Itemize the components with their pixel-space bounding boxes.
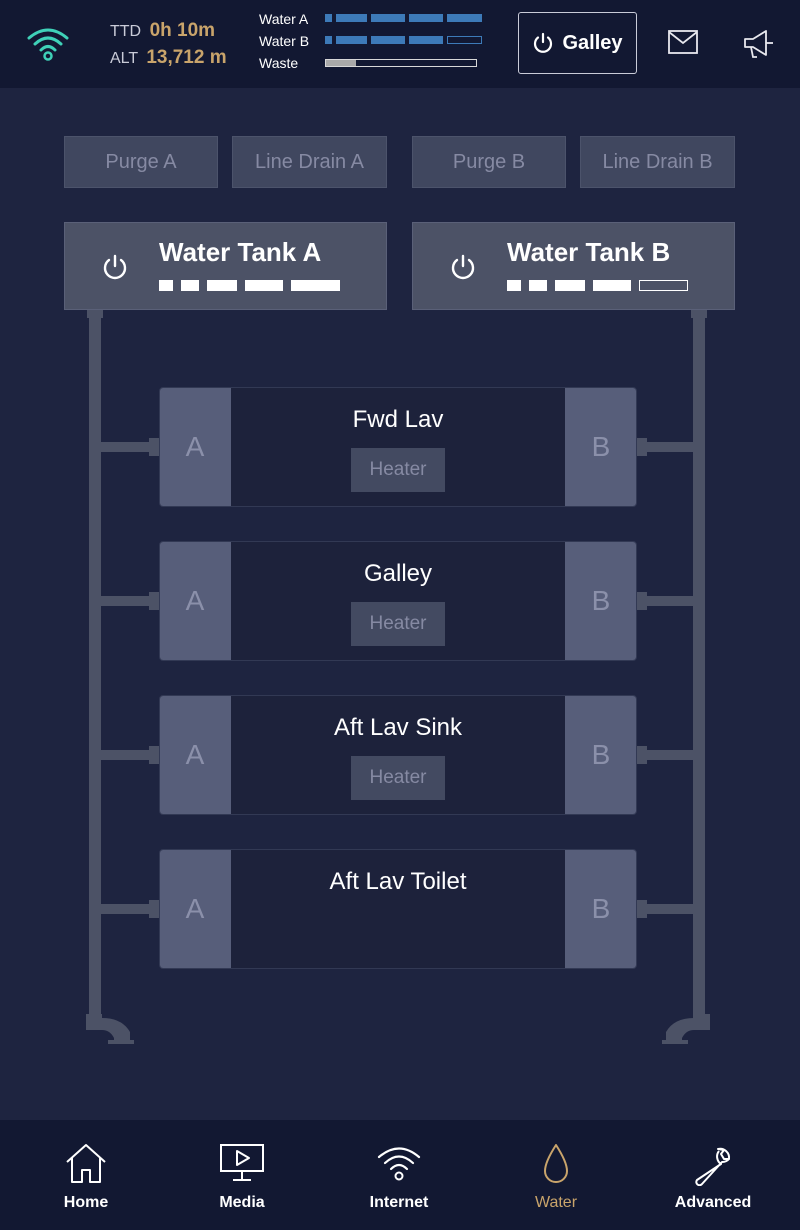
ttd-value: 0h 10m <box>149 20 216 41</box>
pipe-joint <box>637 592 647 610</box>
heater-button[interactable]: Heater <box>351 602 445 646</box>
power-icon[interactable] <box>101 253 129 281</box>
level-segment <box>336 36 367 44</box>
level-segment <box>336 14 367 22</box>
level-segment <box>409 14 443 22</box>
power-icon <box>534 32 553 53</box>
tank-b-title: Water Tank B <box>507 237 671 267</box>
nav-water-label: Water <box>534 1194 578 1211</box>
outlet-side-b-button[interactable]: B <box>565 850 636 968</box>
tank-level-segment <box>245 280 283 291</box>
nav-advanced[interactable]: Advanced <box>653 1120 773 1230</box>
tank-level-segment <box>181 280 199 291</box>
tank-level-segment <box>593 280 631 291</box>
level-segment <box>371 14 405 22</box>
supply-line-b <box>693 312 705 1020</box>
ttd-readout: TTD 0h 10m <box>110 20 215 42</box>
level-segment <box>371 36 405 44</box>
water-b-level-label: Water B <box>259 33 310 49</box>
water-b-level-bar <box>325 36 482 44</box>
status-bar: TTD 0h 10m ALT 13,712 m Water A Water B … <box>0 0 800 88</box>
outlet-galley: A Galley Heater B <box>159 541 637 661</box>
level-segment <box>447 36 482 44</box>
outlet-side-b-button[interactable]: B <box>565 388 636 506</box>
tank-level-segment <box>639 280 688 291</box>
nav-home-label: Home <box>63 1194 109 1211</box>
level-segment <box>409 36 443 44</box>
line-drain-a-button[interactable]: Line Drain A <box>232 136 387 188</box>
pipe-joint <box>637 438 647 456</box>
drain-elbow-a <box>86 1014 134 1044</box>
outlet-title: Fwd Lav <box>352 406 444 433</box>
water-drop-icon <box>544 1144 568 1183</box>
nav-home[interactable]: Home <box>26 1120 146 1230</box>
tank-level-segment <box>207 280 237 291</box>
galley-button-label: Galley <box>562 31 623 54</box>
outlet-side-b-button[interactable]: B <box>565 542 636 660</box>
megaphone-icon[interactable] <box>742 28 774 60</box>
tank-a-title: Water Tank A <box>159 237 322 267</box>
bottom-nav: Home Media Internet Water Advanced <box>0 1120 800 1230</box>
heater-button[interactable]: Heater <box>351 756 445 800</box>
media-icon <box>220 1144 264 1181</box>
tank-a-level-bar <box>159 280 349 291</box>
water-tank-a-panel[interactable]: Water Tank A <box>64 222 387 310</box>
drain-elbow-b <box>662 1014 710 1044</box>
purge-b-button[interactable]: Purge B <box>412 136 566 188</box>
outlet-fwd-lav: A Fwd Lav Heater B <box>159 387 637 507</box>
outlet-aft-lav-sink: A Aft Lav Sink Heater B <box>159 695 637 815</box>
ttd-label: TTD <box>110 23 142 40</box>
outlet-side-a-button[interactable]: A <box>160 388 231 506</box>
waste-level-fill <box>326 60 356 66</box>
power-icon[interactable] <box>449 253 477 281</box>
nav-advanced-label: Advanced <box>674 1194 752 1211</box>
outlet-title: Galley <box>363 560 433 587</box>
pipe-joint <box>637 900 647 918</box>
tank-level-segment <box>555 280 585 291</box>
tank-level-segment <box>291 280 340 291</box>
supply-line-a <box>89 312 101 1020</box>
outlet-aft-lav-toilet: A Aft Lav Toilet B <box>159 849 637 969</box>
alt-value: 13,712 m <box>146 47 227 68</box>
wifi-icon <box>377 1147 421 1181</box>
water-a-level-label: Water A <box>259 11 309 27</box>
pipe-joint <box>149 438 159 456</box>
mail-icon[interactable] <box>668 30 698 54</box>
alt-label: ALT <box>110 50 138 67</box>
outlet-side-a-button[interactable]: A <box>160 696 231 814</box>
pipe-joint <box>637 746 647 764</box>
tank-level-segment <box>507 280 521 291</box>
outlet-title: Aft Lav Toilet <box>329 868 467 895</box>
tank-b-level-bar <box>507 280 697 291</box>
waste-level-bar <box>325 59 477 67</box>
tank-level-segment <box>159 280 173 291</box>
home-icon <box>66 1144 106 1183</box>
wifi-icon <box>27 28 69 61</box>
nav-internet-label: Internet <box>369 1194 429 1211</box>
level-segment <box>447 14 482 22</box>
galley-power-button[interactable]: Galley <box>518 12 637 74</box>
outlet-side-b-button[interactable]: B <box>565 696 636 814</box>
level-segment <box>325 36 332 44</box>
nav-media-label: Media <box>219 1194 265 1211</box>
outlet-title: Aft Lav Sink <box>333 714 463 741</box>
pipe-joint <box>149 900 159 918</box>
level-segment <box>325 14 332 22</box>
wrench-icon <box>695 1147 731 1186</box>
outlet-side-a-button[interactable]: A <box>160 542 231 660</box>
line-drain-b-button[interactable]: Line Drain B <box>580 136 735 188</box>
waste-level-label: Waste <box>259 55 299 71</box>
nav-water[interactable]: Water <box>496 1120 616 1230</box>
outlet-side-a-button[interactable]: A <box>160 850 231 968</box>
altitude-readout: ALT 13,712 m <box>110 47 227 69</box>
pipe-joint <box>149 592 159 610</box>
pipe-joint <box>149 746 159 764</box>
water-tank-b-panel[interactable]: Water Tank B <box>412 222 735 310</box>
heater-button[interactable]: Heater <box>351 448 445 492</box>
nav-media[interactable]: Media <box>182 1120 302 1230</box>
tank-level-segment <box>529 280 547 291</box>
nav-internet[interactable]: Internet <box>339 1120 459 1230</box>
purge-a-button[interactable]: Purge A <box>64 136 218 188</box>
water-a-level-bar <box>325 14 482 22</box>
